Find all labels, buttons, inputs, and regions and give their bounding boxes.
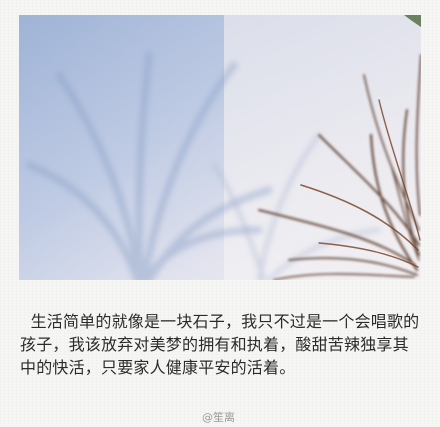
watermark: @笙离 (202, 411, 235, 424)
plant-shadow-photo (19, 15, 421, 280)
caption-text: 生活简单的就像是一块石子，我只不过是一个会唱歌的孩子，我该放弃对美梦的拥有和执着… (20, 312, 420, 377)
photo-illustration (19, 15, 421, 280)
